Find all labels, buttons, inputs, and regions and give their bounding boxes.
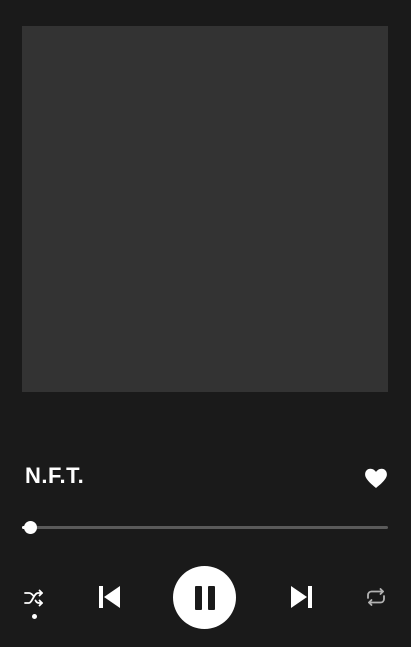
play-pause-button[interactable] [173,566,236,629]
shuffle-button[interactable] [20,584,48,612]
progress-bar[interactable] [22,518,388,536]
pause-icon [194,585,215,610]
skip-next-icon [291,586,312,608]
skip-previous-icon [99,586,120,608]
next-track-button[interactable] [285,580,319,614]
shuffle-icon [24,589,43,607]
like-button[interactable] [361,464,391,492]
track-title: N.F.T. [25,463,85,488]
shuffle-active-indicator [32,614,37,619]
progress-thumb[interactable] [24,521,38,534]
previous-track-button[interactable] [92,580,126,614]
repeat-button[interactable] [361,583,391,611]
progress-track [22,526,388,529]
repeat-icon [367,588,385,606]
now-playing-screen: N.F.T. [0,0,411,647]
album-artwork [22,26,388,392]
heart-icon [365,468,387,488]
